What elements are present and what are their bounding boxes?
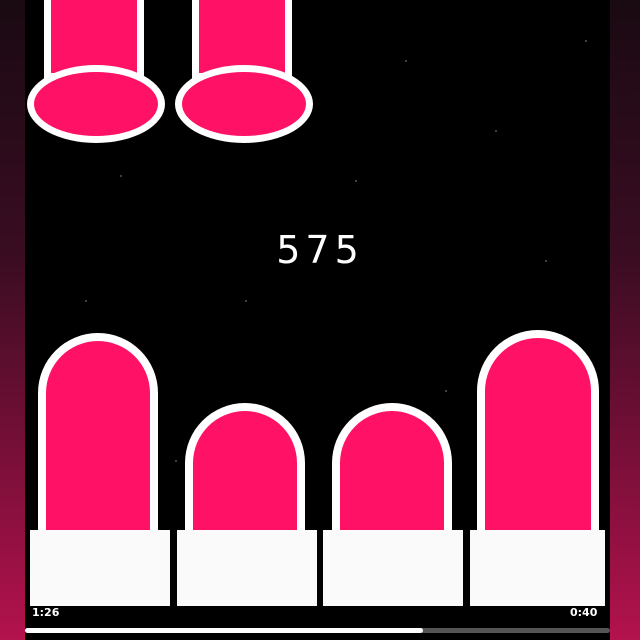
star [585,40,587,42]
remaining-time: 0:40 [570,606,598,619]
progress-bar[interactable] [25,628,610,633]
pillar-lane-1[interactable] [38,333,158,533]
star [445,390,447,392]
star [355,180,357,182]
star [85,300,87,302]
star [175,460,177,462]
tap-pad-lane-3[interactable] [323,530,463,606]
score-counter: 575 [276,228,364,272]
pillar-lane-4[interactable] [477,330,599,533]
falling-tile-lane-1[interactable] [27,0,167,145]
pillar-lane-3[interactable] [332,403,452,533]
star [245,300,247,302]
star [120,175,122,177]
tap-pad-lane-1[interactable] [30,530,170,606]
elapsed-time: 1:26 [32,606,60,619]
star [405,60,407,62]
progress-bar-fill [25,628,423,633]
pillar-lane-2[interactable] [185,403,305,533]
tap-pad-lane-4[interactable] [470,530,605,606]
game-area[interactable] [25,0,610,640]
falling-tile-cap [27,65,165,143]
falling-tile-cap [175,65,313,143]
star [495,130,497,132]
falling-tile-lane-2[interactable] [175,0,315,145]
tap-pad-lane-2[interactable] [177,530,317,606]
